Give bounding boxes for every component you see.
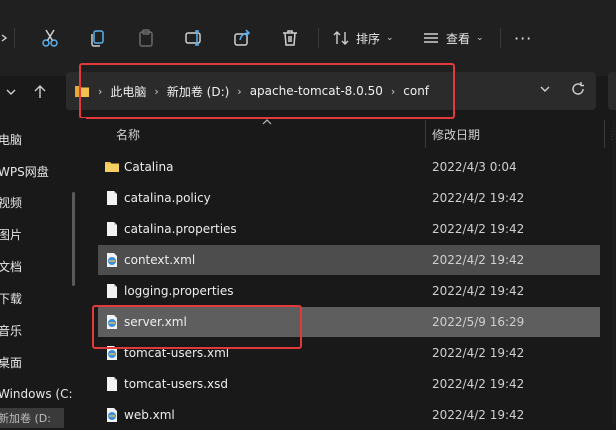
folder-icon bbox=[105, 162, 119, 172]
up-arrow-icon[interactable] bbox=[32, 80, 48, 104]
file-row-logging-properties[interactable]: logging.properties 2022/4/2 19:42 P bbox=[98, 276, 616, 306]
chevron-down-icon: ⌄ bbox=[386, 33, 394, 43]
file-row-tomcat-users-xsd[interactable]: tomcat-users.xsd 2022/4/2 19:42 X bbox=[98, 369, 616, 399]
file-row-tomcat-users-xml[interactable]: tomcat-users.xml 2022/4/2 19:42 H bbox=[98, 338, 616, 368]
xml-file-icon bbox=[107, 346, 117, 360]
sidebar-item-drive-d[interactable]: 新加卷 (D: bbox=[0, 410, 51, 426]
file-name: tomcat-users.xsd bbox=[124, 377, 228, 391]
file-row-web-xml[interactable]: web.xml 2022/4/2 19:42 H bbox=[98, 400, 616, 423]
column-divider[interactable] bbox=[604, 120, 605, 148]
file-row-catalina[interactable]: Catalina 2022/4/3 0:04 文 bbox=[98, 152, 616, 182]
file-name: Catalina bbox=[124, 160, 174, 174]
column-header-name[interactable]: 名称 bbox=[116, 120, 140, 148]
sort-ascending-icon bbox=[262, 119, 272, 125]
copy-icon[interactable] bbox=[88, 26, 108, 50]
file-date: 2022/4/2 19:42 bbox=[432, 346, 525, 360]
address-bar[interactable]: › 此电脑 › 新加卷 (D:) › apache-tomcat-8.0.50 … bbox=[66, 72, 596, 110]
file-row-catalina-policy[interactable]: catalina.policy 2022/4/2 19:42 P bbox=[98, 183, 616, 213]
file-date: 2022/4/2 19:42 bbox=[432, 377, 525, 391]
address-dropdown-icon[interactable] bbox=[538, 82, 552, 99]
file-row-server-xml[interactable]: server.xml 2022/5/9 16:29 H bbox=[98, 307, 616, 337]
chevron-right-icon: › bbox=[237, 84, 242, 98]
sidebar-scrollbar[interactable] bbox=[72, 192, 75, 286]
chevron-left-icon[interactable] bbox=[0, 26, 10, 50]
file-row-context-xml[interactable]: context.xml 2022/4/2 19:42 H bbox=[98, 245, 616, 275]
search-input[interactable] bbox=[608, 72, 616, 110]
file-date: 2022/4/2 19:42 bbox=[432, 408, 525, 422]
file-name: context.xml bbox=[124, 253, 196, 267]
chevron-right-icon: › bbox=[390, 84, 396, 98]
toolbar-divider bbox=[318, 28, 319, 48]
document-icon bbox=[107, 191, 117, 205]
recent-locations-icon[interactable] bbox=[4, 80, 18, 104]
sidebar-item-desktop[interactable]: 桌面 bbox=[0, 349, 22, 375]
xml-file-icon bbox=[107, 408, 117, 422]
sidebar-item-music[interactable]: 音乐 bbox=[0, 317, 22, 343]
file-list-scrollbar[interactable] bbox=[612, 120, 616, 423]
toolbar-divider bbox=[14, 28, 15, 48]
more-options-button[interactable]: ··· bbox=[514, 26, 532, 50]
sidebar-item-videos[interactable]: 视频 bbox=[0, 189, 22, 215]
file-date: 2022/4/3 0:04 bbox=[432, 160, 517, 174]
file-name: catalina.policy bbox=[124, 191, 211, 205]
document-icon bbox=[107, 284, 117, 298]
document-icon bbox=[107, 377, 117, 391]
file-name: web.xml bbox=[124, 408, 175, 422]
folder-icon bbox=[75, 86, 89, 97]
column-divider[interactable] bbox=[425, 120, 426, 148]
sidebar-item-pc[interactable]: 电脑 bbox=[0, 126, 22, 152]
column-header-modified[interactable]: 修改日期 bbox=[432, 120, 480, 148]
breadcrumb-drive-d[interactable]: 新加卷 (D:) bbox=[167, 83, 229, 100]
xml-file-icon bbox=[107, 253, 117, 267]
delete-icon[interactable] bbox=[280, 26, 300, 50]
sort-icon bbox=[333, 31, 349, 45]
view-label: 查看 bbox=[446, 31, 471, 46]
file-date: 2022/4/2 19:42 bbox=[432, 253, 525, 267]
view-icon bbox=[424, 33, 438, 43]
sidebar-item-drive-c[interactable]: Windows (C: bbox=[0, 381, 72, 407]
rename-icon[interactable] bbox=[184, 26, 204, 50]
share-icon[interactable] bbox=[232, 26, 252, 50]
view-button[interactable]: 查看 ⌄ bbox=[422, 26, 484, 50]
paste-icon[interactable] bbox=[136, 26, 156, 50]
xml-file-icon bbox=[107, 315, 117, 329]
file-name: logging.properties bbox=[124, 284, 234, 298]
toolbar-divider bbox=[500, 28, 501, 48]
refresh-icon[interactable] bbox=[570, 81, 586, 100]
cut-icon[interactable] bbox=[40, 26, 60, 50]
breadcrumb-this-pc[interactable]: 此电脑 bbox=[110, 83, 146, 100]
file-date: 2022/4/2 19:42 bbox=[432, 191, 525, 205]
chevron-right-icon: › bbox=[98, 84, 103, 98]
sidebar-item-documents[interactable]: 文档 bbox=[0, 253, 22, 279]
sort-button[interactable]: 排序 ⌄ bbox=[332, 26, 394, 50]
file-name: tomcat-users.xml bbox=[124, 346, 230, 360]
file-row-catalina-properties[interactable]: catalina.properties 2022/4/2 19:42 P bbox=[98, 214, 616, 244]
sort-label: 排序 bbox=[356, 31, 381, 46]
sidebar-item-pictures[interactable]: 图片 bbox=[0, 221, 22, 247]
document-icon bbox=[107, 222, 117, 236]
file-name: server.xml bbox=[124, 315, 187, 329]
file-name: catalina.properties bbox=[124, 222, 237, 236]
breadcrumb-conf[interactable]: conf bbox=[403, 84, 429, 98]
file-date: 2022/4/2 19:42 bbox=[432, 222, 525, 236]
file-date: 2022/4/2 19:42 bbox=[432, 284, 525, 298]
breadcrumb-tomcat[interactable]: apache-tomcat-8.0.50 bbox=[250, 84, 383, 98]
sidebar-item-wps[interactable]: WPS网盘 bbox=[0, 158, 49, 184]
sidebar-item-downloads[interactable]: 下载 bbox=[0, 285, 22, 311]
file-date: 2022/5/9 16:29 bbox=[432, 315, 525, 329]
chevron-right-icon: › bbox=[154, 84, 159, 98]
chevron-down-icon: ⌄ bbox=[476, 33, 484, 43]
